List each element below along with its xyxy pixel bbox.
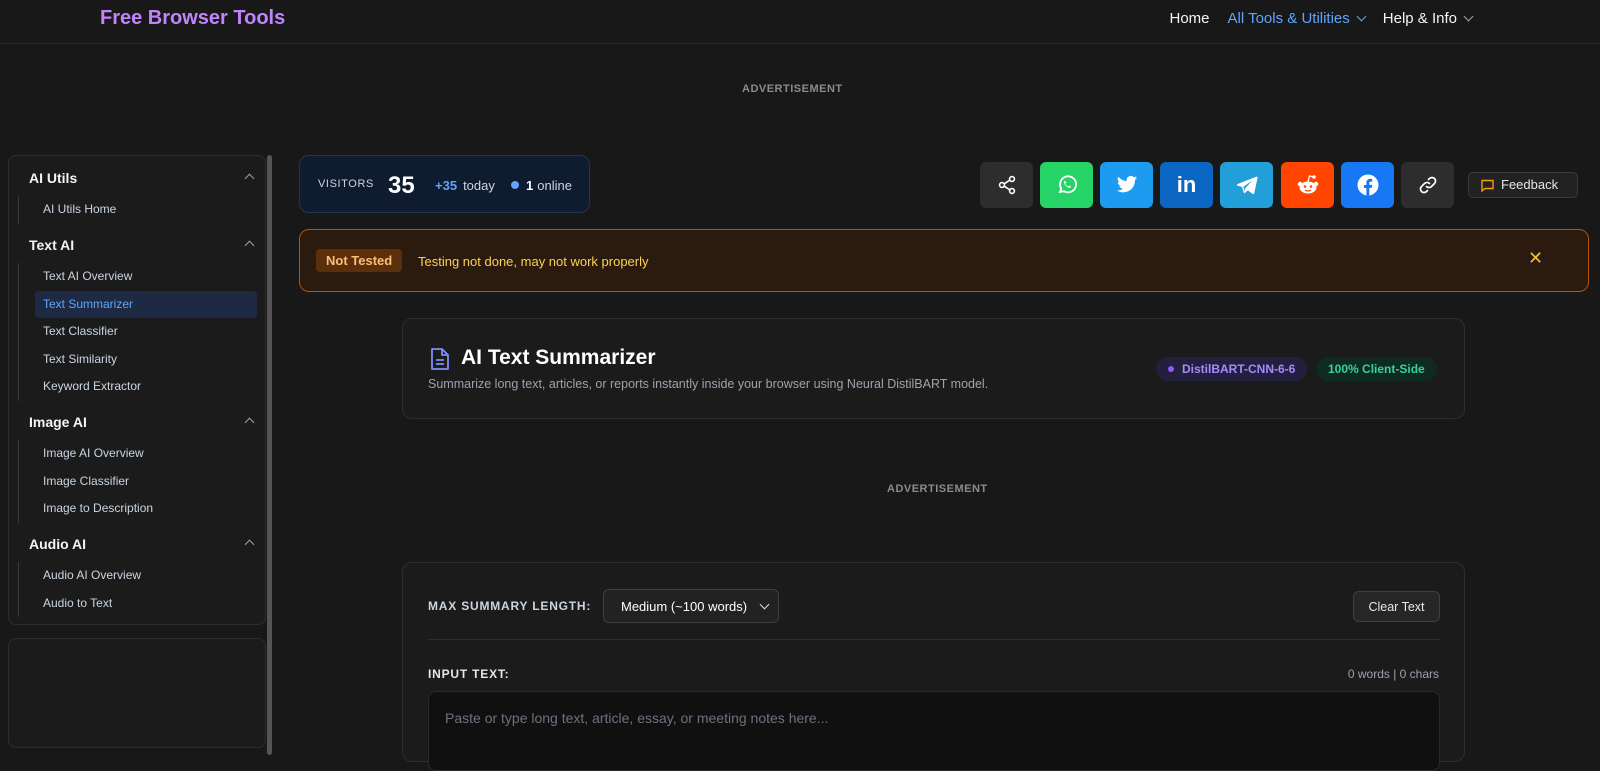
reddit-share-button[interactable] (1281, 162, 1334, 208)
model-badge: DistilBART-CNN-6-6 (1156, 357, 1308, 381)
sidebar-list-audio-ai: Audio AI Overview Audio to Text (18, 562, 259, 617)
chevron-up-icon (244, 173, 255, 184)
tool-header-card: AI Text Summarizer Summarize long text, … (402, 318, 1465, 419)
visitors-today: +35 today (435, 178, 495, 193)
sidebar-list-ai-utils: AI Utils Home (18, 196, 259, 224)
section-title: Image AI (29, 414, 87, 430)
sidebar-scrollbar[interactable] (267, 155, 272, 755)
telegram-share-button[interactable] (1220, 162, 1273, 208)
feedback-label: Feedback (1501, 177, 1559, 192)
facebook-icon (1357, 174, 1378, 196)
word-char-count: 0 words | 0 chars (1347, 667, 1439, 681)
advertisement-label: ADVERTISEMENT (887, 483, 988, 495)
feedback-button[interactable]: Feedback (1468, 172, 1578, 198)
sidebar-item-audio-to-text[interactable]: Audio to Text (19, 590, 259, 618)
sidebar-item-image-ai-overview[interactable]: Image AI Overview (19, 440, 259, 468)
input-text-label: INPUT TEXT: (428, 667, 510, 681)
whatsapp-icon (1058, 175, 1077, 194)
sidebar-item-image-to-description[interactable]: Image to Description (19, 495, 259, 523)
nav-help-info[interactable]: Help & Info (1382, 10, 1474, 27)
whatsapp-share-button[interactable] (1040, 162, 1093, 208)
share-icon (998, 175, 1015, 195)
chevron-down-icon (1463, 11, 1474, 22)
visitors-total: 35 (388, 172, 415, 199)
sidebar-section-image-ai[interactable]: Image AI (29, 414, 257, 430)
telegram-icon (1236, 176, 1258, 195)
copy-link-button[interactable] (1401, 162, 1454, 208)
sidebar-list-image-ai: Image AI Overview Image Classifier Image… (18, 440, 259, 523)
section-title: AI Utils (29, 170, 78, 186)
advertisement-label: ADVERTISEMENT (742, 83, 843, 95)
top-navbar: Free Browser Tools Home All Tools & Util… (0, 0, 1600, 44)
input-textarea[interactable] (428, 691, 1440, 771)
sidebar-secondary-panel (8, 638, 266, 748)
max-summary-length-select[interactable]: Medium (~100 words) (603, 589, 779, 623)
sidebar: AI Utils AI Utils Home Text AI Text AI O… (8, 155, 266, 625)
select-value: Medium (~100 words) (621, 599, 748, 614)
nav-help-info-label: Help & Info (1382, 10, 1457, 27)
online-dot-icon (511, 181, 519, 189)
model-badge-label: DistilBART-CNN-6-6 (1182, 362, 1296, 376)
visitors-online-label: online (537, 178, 572, 193)
sidebar-item-audio-ai-overview[interactable]: Audio AI Overview (19, 562, 259, 590)
document-icon (431, 348, 449, 370)
twitter-share-button[interactable] (1100, 162, 1153, 208)
client-side-badge: 100% Client-Side (1316, 357, 1437, 381)
facebook-share-button[interactable] (1341, 162, 1394, 208)
nav-links: Home All Tools & Utilities Help & Info (1170, 10, 1474, 27)
share-button[interactable] (980, 162, 1033, 208)
sidebar-item-keyword-extractor[interactable]: Keyword Extractor (19, 373, 259, 401)
visitors-online: 1 online (511, 178, 572, 193)
visitors-label: VISITORS (318, 178, 374, 190)
not-tested-badge: Not Tested (316, 249, 403, 272)
sidebar-item-ai-utils-home[interactable]: AI Utils Home (19, 196, 259, 224)
divider (428, 639, 1440, 640)
sidebar-item-image-classifier[interactable]: Image Classifier (19, 468, 259, 496)
warning-message: Testing not done, may not work properly (418, 254, 649, 269)
section-title: Audio AI (29, 536, 87, 552)
sidebar-list-text-ai: Text AI Overview Text Summarizer Text Cl… (18, 263, 259, 401)
section-title: Text AI (29, 237, 75, 253)
sidebar-section-text-ai[interactable]: Text AI (29, 237, 257, 253)
sidebar-item-text-ai-overview[interactable]: Text AI Overview (19, 263, 259, 291)
nav-all-tools-label: All Tools & Utilities (1227, 10, 1350, 27)
visitors-today-count: +35 (435, 178, 458, 193)
close-icon[interactable]: ✕ (1528, 248, 1543, 269)
sidebar-item-text-similarity[interactable]: Text Similarity (19, 346, 259, 374)
nav-all-tools[interactable]: All Tools & Utilities (1227, 10, 1367, 27)
sidebar-item-text-classifier[interactable]: Text Classifier (19, 318, 259, 346)
brand-logo[interactable]: Free Browser Tools (100, 7, 285, 30)
dot-icon (1168, 366, 1174, 372)
twitter-icon (1116, 175, 1137, 193)
page-title: AI Text Summarizer (461, 346, 656, 369)
page-description: Summarize long text, articles, or report… (428, 377, 989, 391)
linkedin-icon: in (1176, 172, 1197, 197)
summarizer-panel: MAX SUMMARY LENGTH: Medium (~100 words) … (402, 562, 1465, 771)
linkedin-share-button[interactable]: in (1160, 162, 1213, 208)
visitors-widget: VISITORS 35 +35 today 1 online (299, 155, 590, 213)
sidebar-section-ai-utils[interactable]: AI Utils (29, 170, 257, 186)
sidebar-item-text-summarizer[interactable]: Text Summarizer (35, 290, 257, 318)
message-icon (1481, 179, 1494, 192)
max-summary-length-label: MAX SUMMARY LENGTH: (428, 599, 592, 613)
reddit-icon (1297, 175, 1318, 194)
clear-text-button[interactable]: Clear Text (1353, 591, 1440, 622)
warning-banner: Not Tested Testing not done, may not wor… (299, 229, 1589, 292)
chevron-down-icon (1356, 11, 1367, 22)
visitors-today-label: today (463, 178, 495, 193)
sidebar-section-audio-ai[interactable]: Audio AI (29, 536, 257, 552)
chevron-up-icon (244, 417, 255, 428)
chevron-up-icon (244, 539, 255, 550)
nav-home[interactable]: Home (1170, 10, 1210, 27)
link-icon (1419, 176, 1436, 194)
visitors-online-count: 1 (526, 178, 534, 193)
chevron-down-icon (759, 599, 770, 610)
chevron-up-icon (244, 240, 255, 251)
